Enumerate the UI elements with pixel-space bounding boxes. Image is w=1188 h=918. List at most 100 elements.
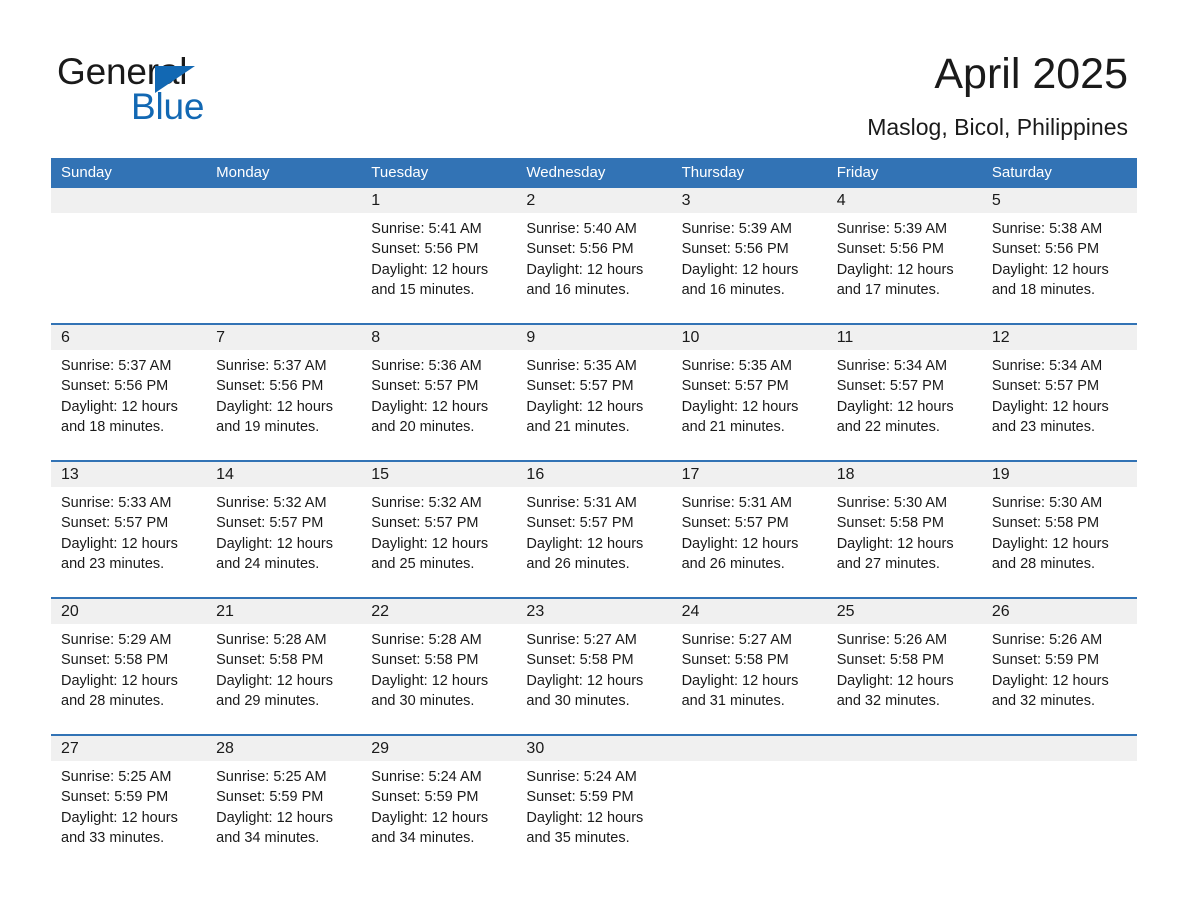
day-cell[interactable]: Sunrise: 5:25 AM Sunset: 5:59 PM Daylight:…	[51, 761, 206, 871]
day-number[interactable]: 28	[206, 736, 361, 761]
day-number[interactable]: 6	[51, 325, 206, 350]
sunrise-text: Sunrise: 5:41 AM	[371, 221, 482, 237]
daylight-text-line1: Daylight: 12 hours	[371, 672, 489, 689]
day-cell[interactable]: Sunrise: 5:30 AM Sunset: 5:58 PM Daylight:…	[982, 487, 1137, 597]
sunrise-text: Sunrise: 5:31 AM	[681, 495, 792, 511]
day-number[interactable]: 13	[51, 462, 206, 487]
day-cell[interactable]: Sunrise: 5:27 AM Sunset: 5:58 PM Daylight:…	[516, 624, 671, 734]
day-cell[interactable]: Sunrise: 5:41 AM Sunset: 5:56 PM Daylight:…	[361, 213, 516, 323]
day-cell-empty	[827, 761, 982, 871]
day-cell[interactable]: Sunrise: 5:31 AM Sunset: 5:57 PM Daylight:…	[672, 487, 827, 597]
daylight-text-line1: Daylight: 12 hours	[681, 261, 799, 278]
day-number[interactable]: 30	[516, 736, 671, 761]
sunrise-text: Sunrise: 5:38 AM	[991, 221, 1103, 237]
day-number[interactable]: 9	[516, 325, 671, 350]
day-cell[interactable]: Sunrise: 5:36 AM Sunset: 5:57 PM Daylight:…	[361, 350, 516, 460]
day-number[interactable]: 19	[982, 462, 1137, 487]
week-daynumber-band: 12345	[51, 188, 1137, 213]
week-daynumber-band: 27 28 29 30	[51, 734, 1137, 761]
calendar-week-row: 6 7 8 9 10 11 12 Sunrise: 5:37 AM Sunset: 5:56 P…	[51, 323, 1137, 460]
page-title: April 2025	[934, 50, 1128, 98]
daylight-text-line1: Daylight: 12 hours	[681, 398, 799, 415]
day-number[interactable]: 27	[51, 736, 206, 761]
sunset-text: Sunset: 5:57 PM	[371, 378, 479, 395]
calendar-weeks: 1 2 3 4 5 Sunrise: 5:41 AM Sunset: 5:56 PM Dayl…	[51, 188, 1137, 871]
day-number-empty	[827, 736, 982, 761]
day-number[interactable]: 23	[516, 599, 671, 624]
daylight-text-line1: Daylight: 12 hours	[526, 535, 644, 552]
day-cell-empty	[206, 213, 361, 323]
day-cell[interactable]: Sunrise: 5:35 AM Sunset: 5:57 PM Daylight:…	[516, 350, 671, 460]
day-number[interactable]: 25	[827, 599, 982, 624]
generalblue-logo[interactable]: General Blue	[57, 52, 297, 127]
daylight-text-line1: Daylight: 12 hours	[61, 672, 178, 689]
daylight-text-line1: Daylight: 12 hours	[61, 535, 178, 552]
day-number[interactable]: 10	[672, 325, 827, 350]
week-detail-band: Sunrise: 5:33 AM Sunset: 5:57 PM Daylight:…	[51, 487, 1137, 597]
day-number[interactable]: 17	[672, 462, 827, 487]
day-cell[interactable]: Sunrise: 5:32 AM Sunset: 5:57 PM Daylight:…	[206, 487, 361, 597]
daylight-text-line1: Daylight: 12 hours	[371, 261, 489, 278]
daylight-text-line2: and 35 minutes.	[526, 829, 630, 846]
day-number[interactable]: 15	[361, 462, 516, 487]
day-cell[interactable]: Sunrise: 5:34 AM Sunset: 5:57 PM Daylight:…	[982, 350, 1137, 460]
daylight-text-line2: and 33 minutes.	[61, 829, 165, 846]
sunrise-text: Sunrise: 5:34 AM	[991, 358, 1103, 374]
sunrise-text: Sunrise: 5:33 AM	[61, 495, 172, 511]
day-number[interactable]: 29	[361, 736, 516, 761]
day-number[interactable]: 2	[516, 188, 671, 213]
day-cell[interactable]: Sunrise: 5:29 AM Sunset: 5:58 PM Daylight:…	[51, 624, 206, 734]
day-number[interactable]: 4	[827, 188, 982, 213]
daylight-text-line1: Daylight: 12 hours	[836, 535, 954, 552]
day-cell[interactable]: Sunrise: 5:39 AM Sunset: 5:56 PM Daylight:…	[672, 213, 827, 323]
day-number[interactable]: 14	[206, 462, 361, 487]
day-number[interactable]: 20	[51, 599, 206, 624]
day-cell[interactable]: Sunrise: 5:40 AM Sunset: 5:56 PM Daylight:…	[516, 213, 671, 323]
day-cell[interactable]: Sunrise: 5:25 AM Sunset: 5:59 PM Daylight:…	[206, 761, 361, 871]
sunset-text: Sunset: 5:59 PM	[61, 789, 169, 806]
sunrise-text: Sunrise: 5:32 AM	[216, 495, 327, 511]
day-cell[interactable]: Sunrise: 5:27 AM Sunset: 5:58 PM Daylight:…	[672, 624, 827, 734]
day-cell[interactable]: Sunrise: 5:39 AM Sunset: 5:56 PM Daylight:…	[827, 213, 982, 323]
day-cell[interactable]: Sunrise: 5:37 AM Sunset: 5:56 PM Daylight:…	[206, 350, 361, 460]
day-number[interactable]: 18	[827, 462, 982, 487]
day-number[interactable]: 5	[982, 188, 1137, 213]
day-number[interactable]: 8	[361, 325, 516, 350]
day-cell[interactable]: Sunrise: 5:32 AM Sunset: 5:57 PM Daylight:…	[361, 487, 516, 597]
daylight-text-line1: Daylight: 12 hours	[991, 535, 1109, 552]
day-cell[interactable]: Sunrise: 5:31 AM Sunset: 5:57 PM Daylight:…	[516, 487, 671, 597]
day-number[interactable]: 7	[206, 325, 361, 350]
day-number[interactable]: 12	[982, 325, 1137, 350]
sunrise-text: Sunrise: 5:28 AM	[371, 632, 482, 648]
day-number[interactable]: 11	[827, 325, 982, 350]
day-cell[interactable]: Sunrise: 5:24 AM Sunset: 5:59 PM Daylight:…	[361, 761, 516, 871]
sunset-text: Sunset: 5:57 PM	[216, 515, 324, 532]
day-cell[interactable]: Sunrise: 5:33 AM Sunset: 5:57 PM Daylight:…	[51, 487, 206, 597]
day-cell[interactable]: Sunrise: 5:34 AM Sunset: 5:57 PM Daylight:…	[827, 350, 982, 460]
daylight-text-line2: and 18 minutes.	[991, 281, 1096, 298]
day-cell[interactable]: Sunrise: 5:37 AM Sunset: 5:56 PM Daylight:…	[51, 350, 206, 460]
day-cell[interactable]: Sunrise: 5:28 AM Sunset: 5:58 PM Daylight:…	[206, 624, 361, 734]
day-cell[interactable]: Sunrise: 5:35 AM Sunset: 5:57 PM Daylight:…	[672, 350, 827, 460]
day-cell[interactable]: Sunrise: 5:30 AM Sunset: 5:58 PM Daylight:…	[827, 487, 982, 597]
daylight-text-line1: Daylight: 12 hours	[526, 672, 644, 689]
daylight-text-line2: and 16 minutes.	[526, 281, 630, 298]
day-cell[interactable]: Sunrise: 5:24 AM Sunset: 5:59 PM Daylight:…	[516, 761, 671, 871]
day-number[interactable]: 16	[516, 462, 671, 487]
daylight-text-line1: Daylight: 12 hours	[61, 809, 178, 826]
sunset-text: Sunset: 5:57 PM	[681, 515, 789, 532]
daylight-text-line2: and 28 minutes.	[991, 555, 1096, 572]
day-cell[interactable]: Sunrise: 5:28 AM Sunset: 5:58 PM Daylight:…	[361, 624, 516, 734]
day-number[interactable]: 3	[672, 188, 827, 213]
day-number[interactable]: 26	[982, 599, 1137, 624]
day-number[interactable]: 1	[361, 188, 516, 213]
day-number[interactable]: 24	[672, 599, 827, 624]
day-number[interactable]: 21	[206, 599, 361, 624]
day-cell[interactable]: Sunrise: 5:38 AM Sunset: 5:56 PM Daylight:…	[982, 213, 1137, 323]
day-cell[interactable]: Sunrise: 5:26 AM Sunset: 5:59 PM Daylight:…	[982, 624, 1137, 734]
sunset-text: Sunset: 5:58 PM	[991, 515, 1100, 532]
daylight-text-line1: Daylight: 12 hours	[371, 535, 489, 552]
day-cell[interactable]: Sunrise: 5:26 AM Sunset: 5:58 PM Daylight:…	[827, 624, 982, 734]
sunset-text: Sunset: 5:57 PM	[371, 515, 479, 532]
day-number[interactable]: 22	[361, 599, 516, 624]
